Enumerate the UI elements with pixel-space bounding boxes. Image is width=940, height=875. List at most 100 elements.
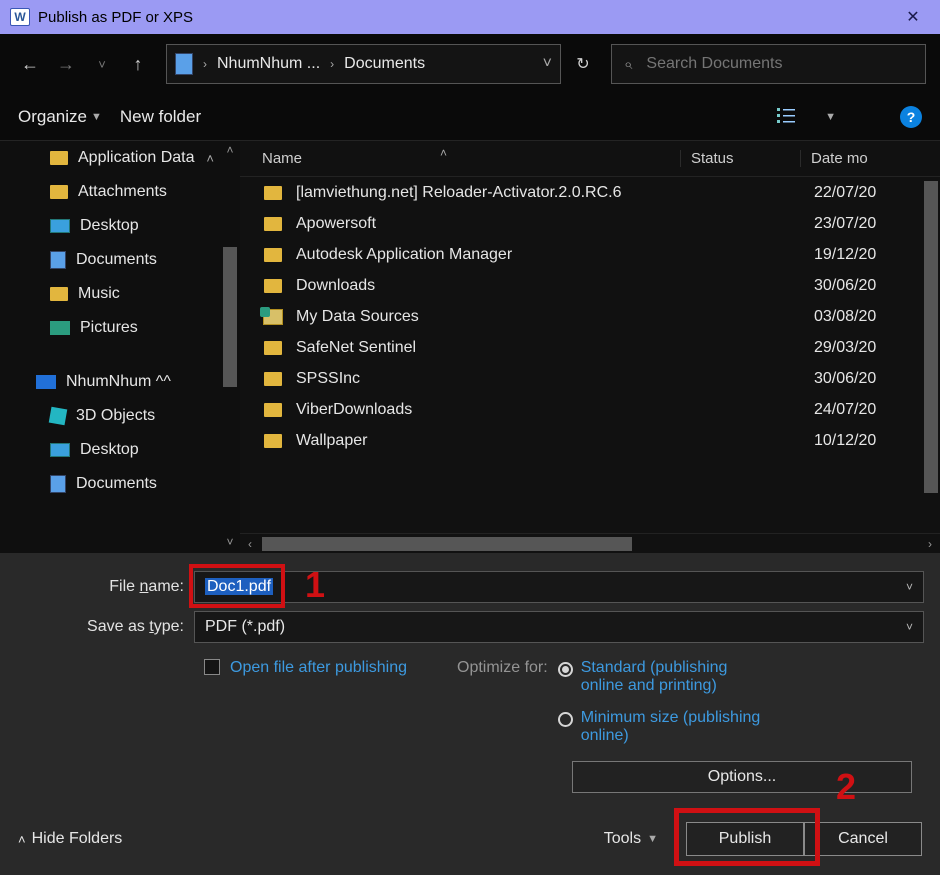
- tree-item-label: Attachments: [78, 183, 167, 201]
- chevron-down-icon: ▼: [647, 833, 658, 845]
- back-button[interactable]: ←: [14, 48, 46, 80]
- breadcrumb-seg-2[interactable]: Documents: [344, 55, 425, 73]
- address-dropdown-icon[interactable]: ˅: [543, 55, 552, 73]
- optimize-label: Optimize for:: [457, 659, 548, 745]
- file-name: My Data Sources: [296, 308, 694, 326]
- tree-item-label: Music: [78, 285, 120, 303]
- radio-icon: [558, 712, 573, 727]
- organize-button[interactable]: Organize ▼: [18, 107, 102, 127]
- tree-item-label: Pictures: [80, 319, 138, 337]
- col-header-date[interactable]: Date mo: [800, 150, 940, 167]
- up-button[interactable]: ↑: [122, 48, 154, 80]
- help-button[interactable]: ?: [900, 106, 922, 128]
- new-folder-button[interactable]: New folder: [120, 107, 201, 127]
- file-name: SafeNet Sentinel: [296, 339, 694, 357]
- tree-item[interactable]: 3D Objects: [0, 399, 240, 433]
- tree-item-label: Documents: [76, 475, 157, 493]
- checkbox-icon: [204, 659, 220, 675]
- list-item[interactable]: SafeNet Sentinel 29/03/20: [240, 332, 940, 363]
- list-hscrollbar[interactable]: ‹ ›: [240, 533, 940, 553]
- col-header-status[interactable]: Status: [680, 150, 800, 167]
- breadcrumb-seg-1[interactable]: NhumNhum ...: [217, 55, 320, 73]
- list-item[interactable]: SPSSInc 30/06/20: [240, 363, 940, 394]
- scroll-up-icon[interactable]: ˄: [226, 143, 233, 157]
- file-name: Autodesk Application Manager: [296, 246, 694, 264]
- chevron-down-icon[interactable]: ˅: [906, 580, 913, 594]
- sort-indicator-icon: ˄: [440, 146, 447, 160]
- tree-item[interactable]: Attachments: [0, 175, 240, 209]
- tree-item-label: NhumNhum ^^: [66, 373, 171, 391]
- ds-icon: [263, 309, 283, 325]
- desk-icon: [50, 219, 70, 233]
- list-item[interactable]: [lamviethung.net] Reloader-Activator.2.0…: [240, 177, 940, 208]
- view-dropdown-icon[interactable]: ▼: [825, 111, 836, 123]
- scroll-thumb[interactable]: [262, 537, 632, 551]
- forward-button[interactable]: →: [50, 48, 82, 80]
- computer-icon: [36, 375, 56, 389]
- list-item[interactable]: My Data Sources 03/08/20: [240, 301, 940, 332]
- savetype-select[interactable]: PDF (*.pdf) ˅: [194, 611, 924, 643]
- scroll-right-icon[interactable]: ›: [920, 537, 940, 551]
- file-name: ViberDownloads: [296, 401, 694, 419]
- list-item[interactable]: Autodesk Application Manager 19/12/20: [240, 239, 940, 270]
- savetype-label: Save as type:: [16, 618, 194, 636]
- tree-item[interactable]: Documents: [0, 243, 240, 277]
- file-name: Downloads: [296, 277, 694, 295]
- tree-item[interactable]: Desktop: [0, 433, 240, 467]
- close-button[interactable]: ✕: [890, 0, 936, 34]
- scroll-down-icon[interactable]: ˅: [226, 535, 233, 549]
- scroll-thumb[interactable]: [223, 247, 237, 387]
- hide-folders-button[interactable]: ˄ Hide Folders: [18, 830, 122, 848]
- file-name: Wallpaper: [296, 432, 694, 450]
- tree-computer[interactable]: NhumNhum ^^: [0, 365, 240, 399]
- dialog-window: W Publish as PDF or XPS ✕ ← → ˅ ↑ › Nhum…: [0, 0, 940, 875]
- file-name: SPSSInc: [296, 370, 694, 388]
- list-vscrollbar[interactable]: [922, 177, 940, 533]
- publish-button[interactable]: Publish: [686, 822, 804, 856]
- folder-icon: [264, 341, 282, 355]
- list-item[interactable]: ViberDownloads 24/07/20: [240, 394, 940, 425]
- scroll-thumb[interactable]: [924, 181, 938, 493]
- titlebar: W Publish as PDF or XPS ✕: [0, 0, 940, 34]
- list-item[interactable]: Apowersoft 23/07/20: [240, 208, 940, 239]
- tools-dropdown[interactable]: Tools ▼: [604, 830, 658, 848]
- history-dropdown[interactable]: ˅: [86, 48, 118, 80]
- optimize-standard-label: Standard (publishing online and printing…: [581, 659, 761, 695]
- address-bar[interactable]: › NhumNhum ... › Documents ˅: [166, 44, 561, 84]
- filename-label: File name:: [16, 578, 194, 596]
- list-item[interactable]: Downloads 30/06/20: [240, 270, 940, 301]
- tree-item-label: Desktop: [80, 441, 139, 459]
- nav-tree: Application Data ˄ Attachments Desktop Do…: [0, 141, 240, 553]
- folder-icon: [264, 279, 282, 293]
- tree-item-label: Application Data: [78, 149, 195, 167]
- view-options-button[interactable]: [775, 107, 803, 127]
- toolbar: Organize ▼ New folder ▼ ?: [0, 94, 940, 140]
- cancel-button[interactable]: Cancel: [804, 822, 922, 856]
- tree-scrollbar[interactable]: ˄ ˅: [220, 141, 240, 553]
- open-after-checkbox[interactable]: Open file after publishing: [204, 659, 407, 745]
- chevron-right-icon: ›: [203, 57, 207, 71]
- search-input[interactable]: [646, 55, 913, 73]
- optimize-minimum-radio[interactable]: Minimum size (publishing online): [558, 709, 761, 745]
- search-box[interactable]: ⌕: [611, 44, 926, 84]
- optimize-standard-radio[interactable]: Standard (publishing online and printing…: [558, 659, 761, 695]
- file-list-panel: Name ˄ Status Date mo [lamviethung.net] …: [240, 141, 940, 553]
- tree-item[interactable]: Desktop: [0, 209, 240, 243]
- scroll-left-icon[interactable]: ‹: [240, 537, 260, 551]
- search-icon: ⌕: [624, 56, 632, 73]
- tree-item[interactable]: Documents: [0, 467, 240, 501]
- folder-icon: [264, 186, 282, 200]
- chevron-down-icon[interactable]: ˅: [906, 620, 913, 634]
- tree-item[interactable]: Application Data ˄: [0, 141, 240, 175]
- tree-item[interactable]: Music: [0, 277, 240, 311]
- annotation-number-2: 2: [836, 766, 856, 808]
- tree-item-label: 3D Objects: [76, 407, 155, 425]
- chevron-up-icon: ˄: [18, 832, 26, 847]
- filename-input[interactable]: Doc1.pdf ˅ 1: [194, 571, 924, 603]
- list-item[interactable]: Wallpaper 10/12/20: [240, 425, 940, 456]
- refresh-button[interactable]: ↻: [565, 44, 601, 84]
- tree-item[interactable]: Pictures: [0, 311, 240, 345]
- options-button[interactable]: Options...: [572, 761, 912, 793]
- folder-icon: [264, 372, 282, 386]
- col-header-name[interactable]: Name ˄: [240, 150, 680, 167]
